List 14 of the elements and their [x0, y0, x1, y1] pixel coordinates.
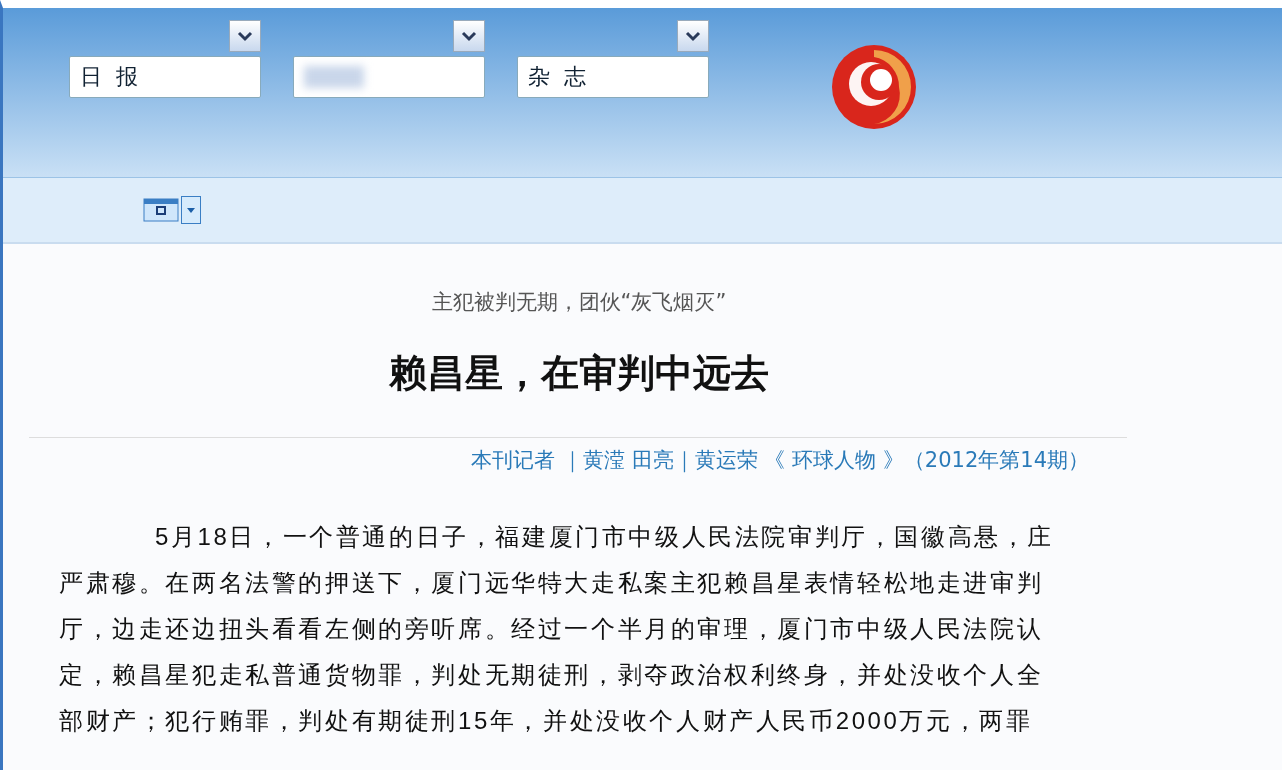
input-field[interactable]: 杂 志	[517, 56, 709, 98]
dropdown-button[interactable]	[229, 20, 261, 52]
article-subtitle: 主犯被判无期，团伙“灰飞烟灭”	[430, 289, 728, 316]
dropdown-button[interactable]	[453, 20, 485, 52]
calendar-icon[interactable]	[143, 198, 179, 222]
dropdown-button[interactable]	[181, 196, 201, 224]
input-field[interactable]	[293, 56, 485, 98]
input-field[interactable]: 日 报	[69, 56, 261, 98]
caret-icon	[186, 205, 196, 215]
article-paragraph: 5月18日，一个普通的日子，福建厦门市中级人民法院审判厅，国徽高悬，庄严肃穆。在两名法警的押送下，厦门远华特大走私案主犯赖昌星表情轻松地走进审判厅，边走还边扭头看看左侧的旁听席。经过一个半月的审理，厦门市中级人民法院认定，赖昌星犯走私普通货物罪，判处无期徒刑，剥夺政治权利终身，并处没收个人全部财产；犯行贿罪，判处有期徒刑15年，并处没收个人财产人民币2000万元，两罪	[59, 522, 1056, 736]
article-title: 赖昌星，在审判中远去	[388, 349, 770, 397]
dropdown-button[interactable]	[677, 20, 709, 52]
article-byline: 本刊记者 ｜黄滢 田亮｜黄运荣 《 环球人物 》（2012年第14期）	[470, 447, 1089, 474]
logo-icon	[829, 42, 919, 132]
